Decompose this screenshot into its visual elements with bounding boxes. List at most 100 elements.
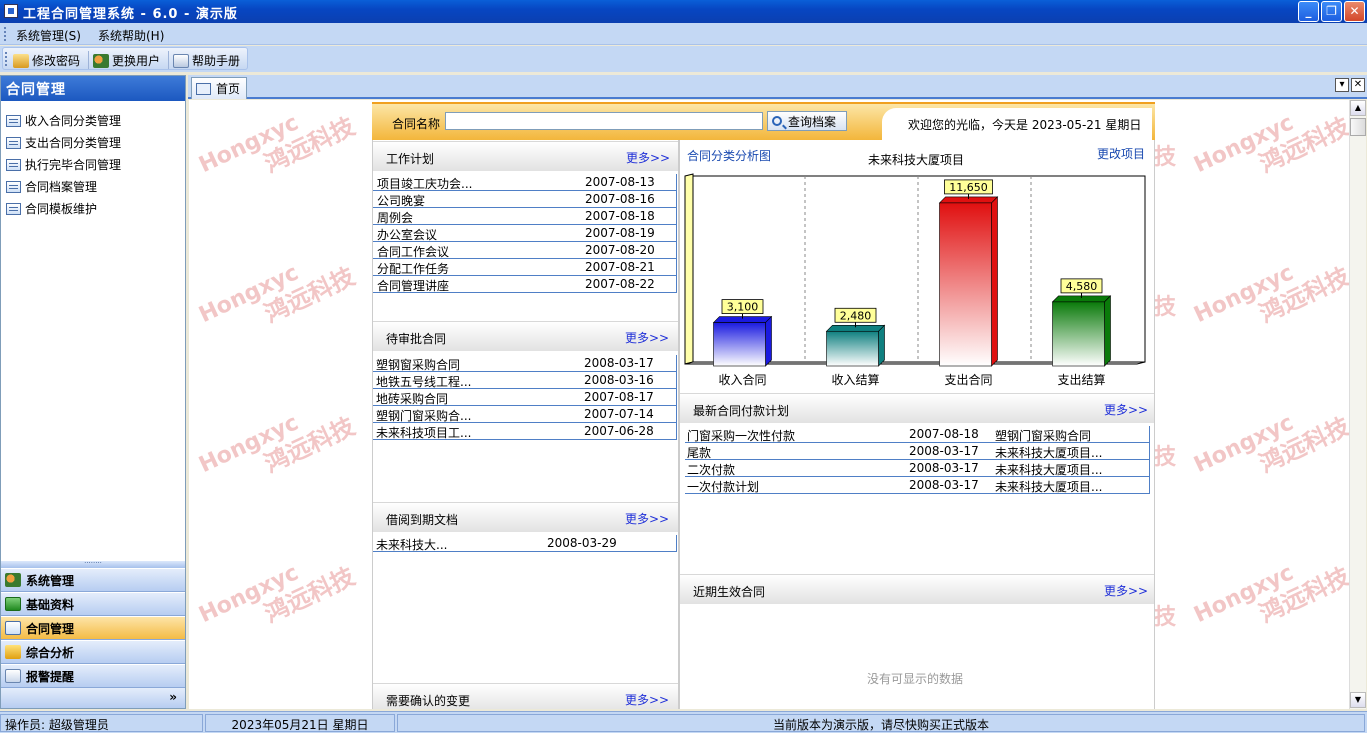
table-row[interactable]: 一次付款计划 2008-03-17 未来科技大厦项目... (685, 477, 1150, 494)
chart-bar-side (1104, 295, 1111, 367)
borrowed-title: 借阅到期文档 (386, 513, 459, 527)
search-label: 合同名称 (392, 117, 441, 131)
scroll-thumb[interactable] (1350, 118, 1366, 136)
menu-system-manage[interactable]: 系统管理(S) (16, 27, 81, 44)
watermark: Hongxyc 鸿远科技 (195, 110, 360, 179)
chart-category-label: 支出结算 (1057, 372, 1105, 387)
help-manual-button[interactable]: 帮助手册 (173, 52, 240, 69)
list-item[interactable]: 周例会 2007-08-18 (373, 208, 677, 225)
menu-bar: 系统管理(S) 系统帮助(H) (0, 23, 1367, 45)
users-icon (93, 53, 109, 68)
change-project-link[interactable]: 更改项目 (1097, 145, 1145, 162)
sidebar-item-expense-category[interactable]: 支出合同分类管理 (6, 134, 121, 151)
sidebar-item-template-maintenance[interactable]: 合同模板维护 (6, 200, 97, 217)
refresh-icon (5, 597, 21, 611)
group-contract-manage[interactable]: 合同管理 (1, 616, 185, 640)
payment-plan-header: 最新合同付款计划 更多>> (680, 393, 1154, 423)
chart-bar-side (878, 324, 885, 367)
group-analysis[interactable]: 综合分析 (1, 640, 185, 664)
list-item[interactable]: 未来科技项目工... 2007-06-28 (373, 423, 677, 440)
watermark-fragment: 技 (1154, 605, 1177, 630)
toolbar-strip: 修改密码 更换用户 帮助手册 (2, 47, 248, 70)
chart-bar (713, 322, 766, 367)
coins-icon (5, 645, 21, 659)
sidebar-title: 合同管理 (1, 76, 185, 101)
contract-name-input[interactable] (445, 112, 763, 130)
sidebar-item-contract-archive[interactable]: 合同档案管理 (6, 178, 97, 195)
list-item[interactable]: 塑钢门窗采购合... 2007-07-14 (373, 406, 677, 423)
table-row[interactable]: 门窗采购一次性付款 2007-08-18 塑钢门窗采购合同 (685, 426, 1150, 443)
contract-category-chart: 3,100 收入合同 2,480 收入结算 11,650 支出合同 4,580 支出结算 (684, 173, 1146, 387)
minimize-icon[interactable]: _ (1298, 1, 1319, 22)
change-password-button[interactable]: 修改密码 (13, 52, 80, 69)
sidebar: 合同管理 收入合同分类管理 支出合同分类管理 执行完毕合同管理 合同档案管理 合… (0, 75, 186, 709)
restore-icon[interactable]: ❐ (1321, 1, 1342, 22)
chart-category-label: 收入结算 (831, 372, 879, 387)
toolbar-grip[interactable] (5, 52, 8, 66)
borrowed-header: 借阅到期文档 更多>> (373, 502, 678, 532)
group-alerts[interactable]: 报警提醒 (1, 664, 185, 688)
watermark: Hongxyc 鸿远科技 (195, 560, 360, 629)
list-item[interactable]: 办公室会议 2007-08-19 (373, 225, 677, 242)
status-date: 2023年05月21日 星期日 (205, 714, 395, 732)
list-item[interactable]: 分配工作任务 2007-08-21 (373, 259, 677, 276)
tab-home[interactable]: 首页 (191, 77, 247, 99)
chart-wall (684, 173, 694, 365)
sidebar-item-income-category[interactable]: 收入合同分类管理 (6, 112, 121, 129)
work-plan-title: 工作计划 (386, 152, 435, 166)
list-icon (6, 158, 21, 171)
list-icon (6, 136, 21, 149)
chart-category-label: 收入合同 (718, 372, 766, 387)
toolbar: 修改密码 更换用户 帮助手册 (0, 46, 1367, 72)
search-archive-button[interactable]: 查询档案 (767, 111, 847, 131)
changes-more-link[interactable]: 更多>> (625, 691, 669, 708)
group-basic-data[interactable]: 基础资料 (1, 592, 185, 616)
pending-more-link[interactable]: 更多>> (625, 329, 669, 346)
vertical-scrollbar[interactable]: ▲ ▼ (1349, 100, 1366, 709)
status-bar: 操作员: 超级管理员 2023年05月21日 星期日 当前版本为演示版，请尽快购… (0, 711, 1367, 733)
list-item[interactable]: 塑钢窗采购合同 2008-03-17 (373, 355, 677, 372)
sidebar-more-chevron-icon[interactable]: » (1, 688, 185, 708)
table-row[interactable]: 尾款 2008-03-17 未来科技大厦项目... (685, 443, 1150, 460)
switch-user-button[interactable]: 更换用户 (93, 52, 160, 69)
table-row[interactable]: 二次付款 2008-03-17 未来科技大厦项目... (685, 460, 1150, 477)
scroll-up-icon[interactable]: ▲ (1350, 100, 1366, 116)
chart-bar (939, 202, 992, 367)
chart-title-link[interactable]: 合同分类分析图 (687, 147, 771, 164)
tab-dropdown-icon[interactable]: ▾ (1335, 78, 1349, 92)
pending-header: 待审批合同 更多>> (373, 321, 678, 351)
list-item[interactable]: 地砖采购合同 2007-08-17 (373, 389, 677, 406)
tab-close-icon[interactable]: ✕ (1351, 78, 1365, 92)
payment-plan-more-link[interactable]: 更多>> (1104, 401, 1148, 418)
recent-more-link[interactable]: 更多>> (1104, 582, 1148, 599)
close-icon[interactable]: ✕ (1344, 1, 1365, 22)
chart-value-label: 4,580 (1066, 280, 1098, 293)
list-item[interactable]: 地铁五号线工程... 2008-03-16 (373, 372, 677, 389)
list-icon (5, 621, 21, 635)
list-item[interactable]: 项目竣工庆功会... 2007-08-13 (373, 174, 677, 191)
recent-title: 近期生效合同 (693, 585, 766, 599)
menu-grip[interactable] (4, 27, 7, 41)
changes-title: 需要确认的变更 (386, 694, 471, 708)
list-icon (6, 114, 21, 127)
borrowed-more-link[interactable]: 更多>> (625, 510, 669, 527)
search-icon (772, 116, 782, 126)
work-plan-header: 工作计划 更多>> (373, 141, 678, 171)
pending-title: 待审批合同 (386, 332, 447, 346)
list-item[interactable]: 合同工作会议 2007-08-20 (373, 242, 677, 259)
chart-value-label: 3,100 (727, 301, 759, 314)
list-item[interactable]: 合同管理讲座 2007-08-22 (373, 276, 677, 293)
app-icon[interactable] (4, 4, 18, 18)
menu-system-help[interactable]: 系统帮助(H) (98, 27, 164, 44)
list-item[interactable]: 公司晚宴 2007-08-16 (373, 191, 677, 208)
sidebar-item-completed-contracts[interactable]: 执行完毕合同管理 (6, 156, 121, 173)
sidebar-splitter[interactable]: ········ (1, 560, 185, 568)
group-system-manage[interactable]: 系统管理 (1, 568, 185, 592)
alert-icon (5, 669, 21, 683)
chart-bar-side (765, 315, 772, 367)
list-icon (6, 180, 21, 193)
list-item[interactable]: 未来科技大... 2008-03-29 (373, 535, 677, 552)
work-plan-more-link[interactable]: 更多>> (626, 149, 670, 166)
watermark: Hongxyc 鸿远科技 (1190, 110, 1355, 179)
scroll-down-icon[interactable]: ▼ (1350, 692, 1366, 708)
